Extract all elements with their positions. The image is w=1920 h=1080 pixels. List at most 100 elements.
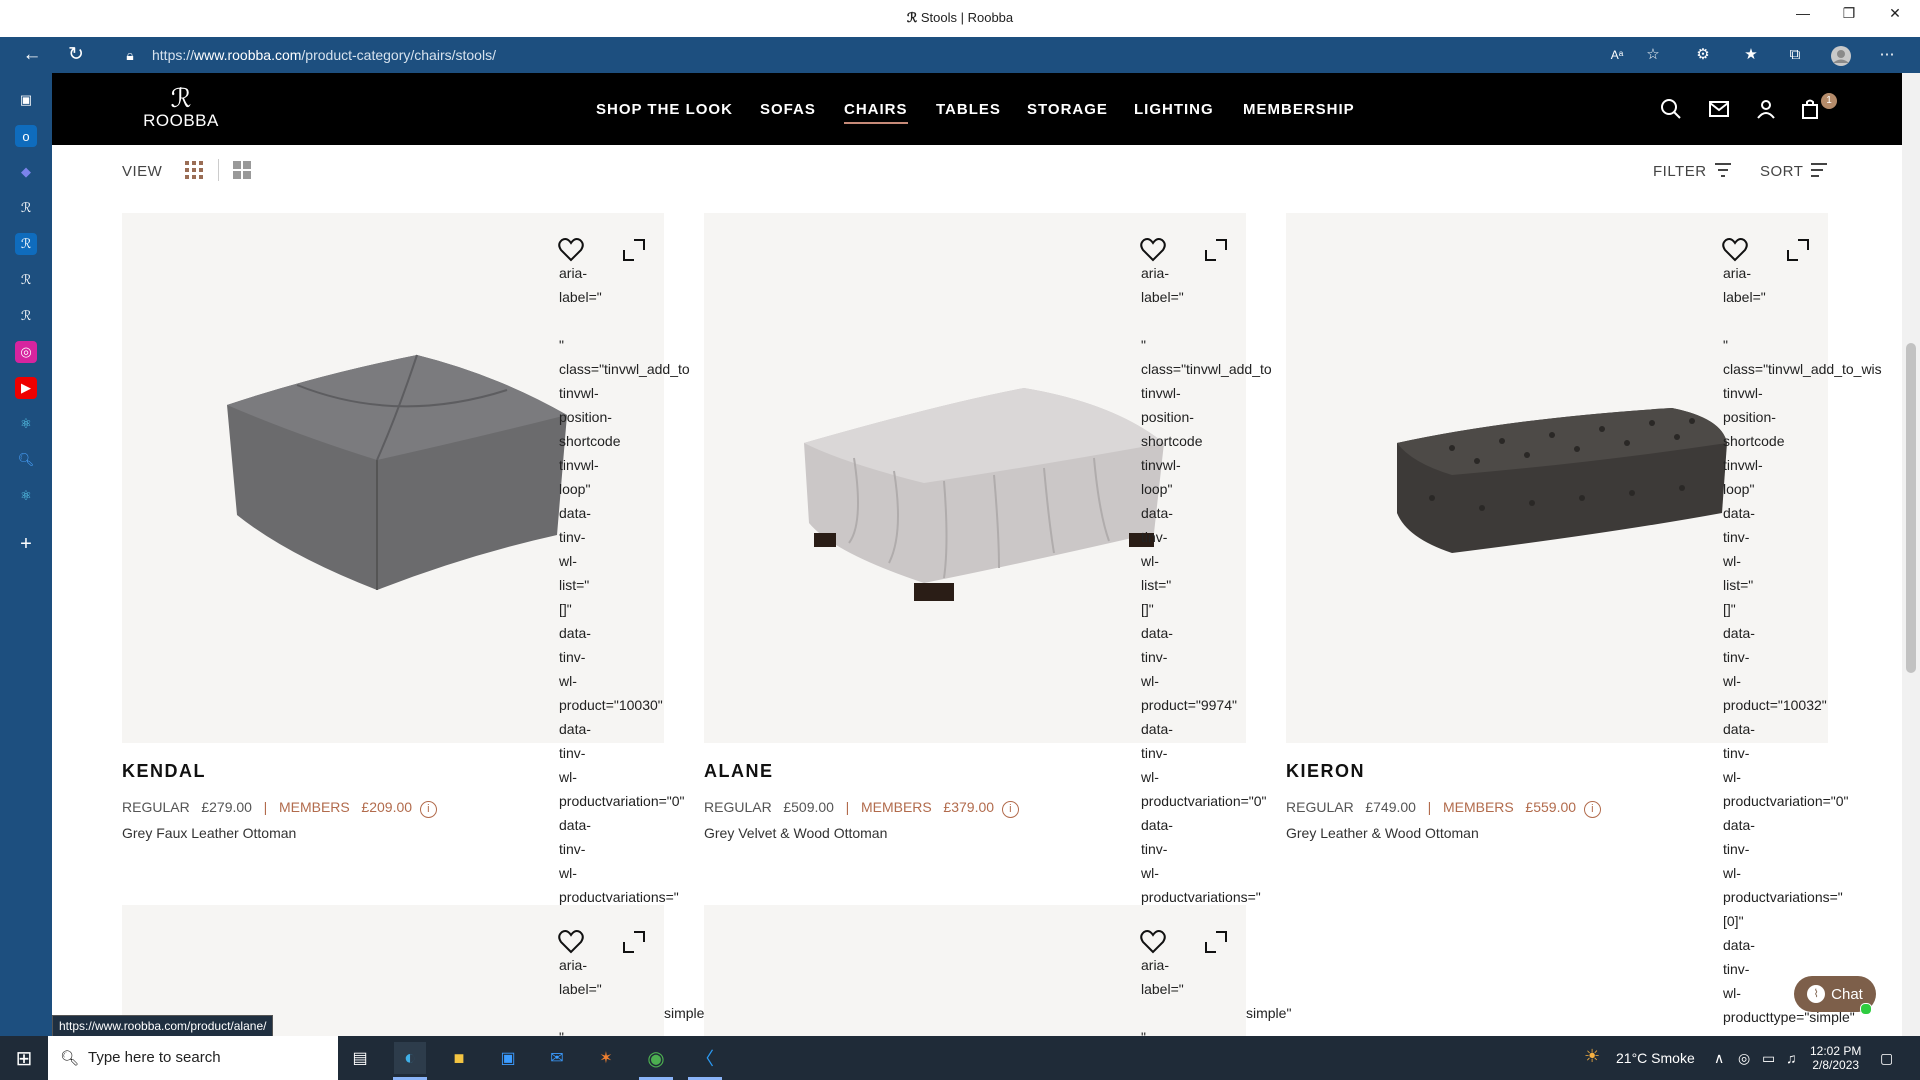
react-icon-2[interactable]: ⚛: [15, 485, 37, 507]
roobba-app-icon-3[interactable]: ℛ: [15, 305, 37, 327]
filter-button[interactable]: FILTER: [1653, 163, 1707, 180]
window-title: ℛ Stools | Roobba: [0, 10, 1920, 26]
file-explorer-icon[interactable]: ■: [443, 1042, 475, 1074]
tray-app-icon[interactable]: ◎: [1738, 1050, 1750, 1067]
roobba-app-icon-2[interactable]: ℛ: [15, 269, 37, 291]
volume-icon[interactable]: ♫: [1786, 1050, 1797, 1066]
members-info-icon[interactable]: i: [1583, 801, 1601, 818]
search-sidebar-icon[interactable]: 🔍︎: [15, 449, 37, 471]
filter-icon[interactable]: [1714, 162, 1732, 178]
search-icon[interactable]: [1659, 97, 1683, 121]
weather-text[interactable]: 21°C Smoke: [1616, 1050, 1695, 1066]
clock[interactable]: 12:02 PM 2/8/2023: [1810, 1044, 1861, 1072]
mail-icon[interactable]: [1707, 97, 1731, 121]
nav-tables[interactable]: TABLES: [936, 101, 1001, 118]
nav-chairs[interactable]: CHAIRS: [844, 101, 908, 124]
back-button[interactable]: ←: [20, 44, 44, 66]
nav-sofas[interactable]: SOFAS: [760, 101, 816, 118]
vscode-icon[interactable]: 〈: [689, 1042, 721, 1074]
notifications-icon[interactable]: ▢: [1880, 1050, 1893, 1067]
store-icon[interactable]: ▣: [492, 1042, 524, 1074]
read-aloud-icon[interactable]: Aᵃ: [1606, 45, 1628, 65]
sort-button[interactable]: SORT: [1760, 163, 1803, 180]
page-viewport: ℛ ROOBBA SHOP THE LOOK SOFAS CHAIRS TABL…: [52, 73, 1902, 1036]
add-favorite-icon[interactable]: ☆: [1642, 45, 1664, 65]
quick-view-expand-icon[interactable]: [1202, 236, 1230, 264]
cart-icon[interactable]: [1798, 97, 1822, 121]
site-favicon-icon: ℛ: [906, 10, 918, 25]
close-button[interactable]: ✕: [1872, 0, 1918, 26]
quick-view-expand-icon[interactable]: [1784, 236, 1812, 264]
wishlist-heart-icon[interactable]: [557, 928, 585, 956]
favorites-icon[interactable]: ★: [1740, 45, 1762, 65]
regular-price: £749.00: [1365, 799, 1416, 815]
chrome-icon[interactable]: ◉: [640, 1042, 672, 1074]
teams-icon[interactable]: ◆: [15, 161, 37, 183]
outlook-icon[interactable]: o: [15, 125, 37, 147]
quick-view-expand-icon[interactable]: [1202, 928, 1230, 956]
chat-button[interactable]: ⌇ Chat: [1794, 976, 1876, 1015]
instagram-icon[interactable]: ◎: [15, 341, 37, 363]
product-name[interactable]: ALANE: [704, 761, 774, 782]
add-sidebar-icon[interactable]: +: [15, 533, 37, 555]
sort-icon[interactable]: [1810, 162, 1828, 178]
regular-price: £279.00: [201, 799, 252, 815]
react-icon[interactable]: ⚛: [15, 413, 37, 435]
weather-icon: ☀: [1584, 1046, 1601, 1066]
nav-membership[interactable]: MEMBERSHIP: [1243, 101, 1355, 118]
wishlist-heart-icon[interactable]: [1721, 236, 1749, 264]
wishlist-heart-icon[interactable]: [1139, 928, 1167, 956]
task-view-icon[interactable]: ▤: [344, 1042, 376, 1074]
alane-ottoman-image[interactable]: [794, 383, 1174, 613]
members-label: MEMBERS: [860, 799, 932, 815]
grid-2-icon[interactable]: [233, 161, 251, 179]
page-scrollbar[interactable]: [1902, 73, 1920, 1036]
extensions-icon[interactable]: ⚙: [1692, 45, 1714, 65]
search-placeholder: Type here to search: [88, 1049, 221, 1066]
members-info-icon[interactable]: i: [1001, 801, 1019, 818]
more-menu-icon[interactable]: ⋯: [1876, 45, 1898, 65]
windows-start-icon[interactable]: ⊞: [8, 1042, 40, 1074]
product-price: REGULAR £509.00 | MEMBERS £379.00 i: [704, 799, 1019, 818]
profile-avatar[interactable]: [1830, 45, 1852, 66]
xampp-icon[interactable]: ✶: [590, 1042, 622, 1074]
refresh-button[interactable]: ↻: [64, 44, 88, 66]
grid-3-icon[interactable]: [185, 161, 203, 179]
nav-shop-the-look[interactable]: SHOP THE LOOK: [596, 101, 733, 118]
roobba-app-active-icon[interactable]: ℛ: [15, 233, 37, 255]
scrollbar-thumb[interactable]: [1906, 343, 1916, 673]
kieron-ottoman-image[interactable]: [1392, 403, 1732, 563]
kendal-ottoman-image[interactable]: [217, 345, 577, 600]
minimize-button[interactable]: —: [1780, 0, 1826, 26]
account-icon[interactable]: [1754, 97, 1778, 121]
quick-view-expand-icon[interactable]: [620, 236, 648, 264]
wishlist-heart-icon[interactable]: [557, 236, 585, 264]
roobba-app-icon[interactable]: ℛ: [15, 197, 37, 219]
site-logo[interactable]: ℛ ROOBBA: [136, 86, 226, 131]
members-label: MEMBERS: [278, 799, 350, 815]
mail-taskbar-icon[interactable]: ✉: [541, 1042, 573, 1074]
clock-date: 2/8/2023: [1812, 1058, 1860, 1072]
quick-view-expand-icon[interactable]: [620, 928, 648, 956]
search-icon: 🔍︎: [60, 1050, 80, 1067]
tray-chevron-icon[interactable]: ∧: [1714, 1050, 1724, 1067]
tab-actions-icon[interactable]: ▣: [15, 89, 37, 111]
logo-name: ROOBBA: [143, 111, 219, 130]
regular-price: £509.00: [783, 799, 834, 815]
wishlist-heart-icon[interactable]: [1139, 236, 1167, 264]
youtube-icon[interactable]: ▶: [15, 377, 37, 399]
nav-storage[interactable]: STORAGE: [1027, 101, 1108, 118]
product-name[interactable]: KIERON: [1286, 761, 1365, 782]
collections-icon[interactable]: ⧉: [1784, 45, 1806, 65]
edge-taskbar-icon[interactable]: ◐: [394, 1042, 426, 1074]
members-info-icon[interactable]: i: [419, 801, 437, 818]
nav-lighting[interactable]: LIGHTING: [1134, 101, 1214, 118]
taskbar-search-box[interactable]: 🔍︎ Type here to search: [48, 1036, 338, 1080]
url-prefix: https://: [152, 47, 195, 63]
restore-button[interactable]: ❐: [1826, 0, 1872, 26]
product-name[interactable]: KENDAL: [122, 761, 206, 782]
markup-leak-fragment: simple: [664, 1005, 705, 1021]
url-field[interactable]: https://www.roobba.com/product-category/…: [152, 47, 496, 63]
view-divider: [218, 159, 219, 181]
network-icon[interactable]: ▭: [1762, 1050, 1775, 1067]
